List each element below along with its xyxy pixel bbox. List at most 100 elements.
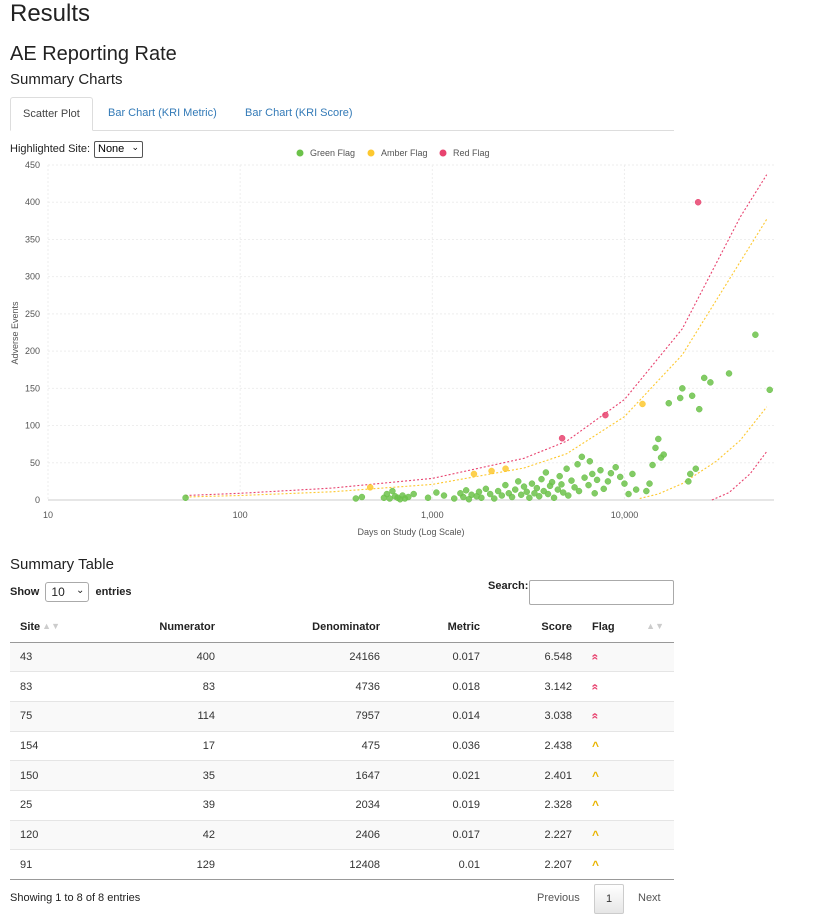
green-flag-point — [625, 490, 632, 498]
green-flag-point — [556, 472, 563, 480]
chart-grid — [47, 164, 774, 501]
green-flag-point — [410, 490, 417, 498]
x-tick-label: 1,000 — [421, 510, 444, 520]
green-flag-point — [482, 485, 490, 493]
green-flag-point — [563, 465, 570, 472]
green-flag-point — [752, 331, 759, 338]
summary-table: Site ▲▼ Numerator Denominator Metric Scor… — [10, 612, 674, 880]
green-flag-point — [616, 473, 624, 481]
flag-cell: ^ — [582, 849, 674, 880]
table-row[interactable]: 91 129 12408 0.01 2.207 ^ — [10, 849, 674, 880]
denominator-cell: 12408 — [225, 849, 390, 880]
score-cell: 2.207 — [490, 849, 582, 880]
numerator-cell: 39 — [70, 789, 225, 821]
sort-icon: ▲▼ — [42, 620, 60, 631]
green-flag-point — [629, 470, 636, 478]
denominator-cell: 24166 — [225, 641, 390, 672]
reference-lines — [185, 174, 768, 501]
col-header-metric[interactable]: Metric — [390, 612, 490, 643]
red-flag-point — [558, 434, 566, 442]
site-cell: 150 — [10, 760, 70, 791]
tab-bar-chart-kri-metric[interactable]: Bar Chart (KRI Metric) — [96, 97, 229, 130]
legend-marker — [439, 149, 447, 157]
numerator-cell: 83 — [70, 671, 225, 702]
flag-cell: « — [582, 641, 674, 672]
green-flag-point — [568, 477, 575, 484]
col-header-score[interactable]: Score — [490, 612, 582, 643]
chevron-down-icon: ⌄ — [76, 585, 85, 596]
pagination-next[interactable]: Next — [638, 892, 661, 904]
numerator-cell: 42 — [70, 819, 225, 850]
amber-flag-icon: ^ — [592, 768, 600, 783]
site-cell: 120 — [10, 819, 70, 850]
green-flag-point — [542, 469, 550, 476]
green-flag-point — [450, 495, 458, 502]
x-tick-label: 10,000 — [611, 510, 639, 520]
flag-cell: ^ — [582, 730, 674, 761]
numerator-cell: 129 — [70, 849, 225, 880]
table-row[interactable]: 154 17 475 0.036 2.438 ^ — [10, 730, 674, 761]
table-row[interactable]: 75 114 7957 0.014 3.038 « — [10, 700, 674, 732]
y-tick-label: 150 — [25, 383, 40, 393]
metric-cell: 0.019 — [390, 789, 490, 821]
entries-length-select[interactable]: 10 ⌄ — [45, 582, 90, 602]
pagination-page-1[interactable]: 1 — [594, 884, 624, 914]
green-flag-point — [621, 480, 628, 487]
amber-flag-icon: ^ — [592, 738, 600, 753]
red-flag-icon: « — [588, 683, 603, 690]
sort-icon: ▲▼ — [646, 620, 664, 631]
green-flag-point — [652, 444, 659, 452]
pagination-previous[interactable]: Previous — [537, 892, 580, 904]
col-header-site[interactable]: Site ▲▼ — [10, 612, 70, 643]
flag-cell: « — [582, 671, 674, 702]
amber-flag-point — [639, 400, 646, 408]
col-header-denominator[interactable]: Denominator — [225, 612, 390, 643]
col-header-flag[interactable]: Flag ▲▼ — [582, 612, 674, 643]
site-cell: 75 — [10, 700, 70, 732]
green-flag-point — [490, 495, 498, 502]
green-flag-point — [665, 399, 673, 407]
score-cell: 3.038 — [490, 700, 582, 732]
y-tick-label: 100 — [25, 421, 40, 431]
y-axis-label: Adverse Events — [10, 301, 20, 365]
search-input[interactable] — [529, 580, 674, 605]
table-row[interactable]: 25 39 2034 0.019 2.328 ^ — [10, 789, 674, 821]
amber-flag-icon: ^ — [592, 827, 600, 842]
green-flag-point — [554, 486, 562, 493]
green-flag-point — [517, 491, 525, 499]
tab-scatter-plot[interactable]: Scatter Plot — [10, 97, 93, 131]
table-row[interactable]: 43 400 24166 0.017 6.548 « — [10, 641, 674, 672]
charts-heading: Summary Charts — [10, 71, 123, 88]
table-row[interactable]: 83 83 4736 0.018 3.142 « — [10, 671, 674, 702]
green-flag-point — [535, 493, 543, 500]
site-cell: 43 — [10, 641, 70, 672]
flag-cell: ^ — [582, 760, 674, 791]
reference-line-upper-red — [185, 174, 768, 497]
table-row[interactable]: 120 42 2406 0.017 2.227 ^ — [10, 819, 674, 850]
green-flag-point — [558, 481, 565, 488]
table-row[interactable]: 150 35 1647 0.021 2.401 ^ — [10, 760, 674, 791]
tab-bar-chart-kri-score[interactable]: Bar Chart (KRI Score) — [233, 97, 365, 130]
denominator-cell: 1647 — [225, 760, 390, 791]
green-flag-point — [612, 463, 619, 471]
amber-flag-icon: ^ — [592, 798, 600, 813]
amber-flag-point — [488, 467, 495, 475]
y-tick-label: 250 — [25, 309, 40, 319]
chart-legend: Green Flag Amber Flag Red Flag — [296, 148, 490, 158]
legend-label: Red Flag — [453, 148, 490, 158]
green-flag-point — [538, 475, 545, 483]
metric-cell: 0.017 — [390, 819, 490, 850]
green-flag-point — [548, 478, 556, 486]
green-flag-point — [766, 386, 773, 394]
y-tick-label: 450 — [25, 160, 40, 170]
green-flag-point — [478, 494, 485, 502]
col-header-numerator[interactable]: Numerator — [70, 612, 225, 643]
green-flag-point — [687, 470, 694, 478]
green-flag-point — [523, 488, 530, 496]
green-flag-point — [593, 476, 601, 484]
green-flag-point — [585, 481, 592, 489]
x-tick-label: 100 — [233, 510, 248, 520]
show-label: Show — [10, 585, 40, 598]
green-flag-point — [589, 470, 596, 478]
axis-ticks: 0 50 100 150 200 250 300 350 400 450 10 100 1,000 10,… — [25, 160, 638, 520]
